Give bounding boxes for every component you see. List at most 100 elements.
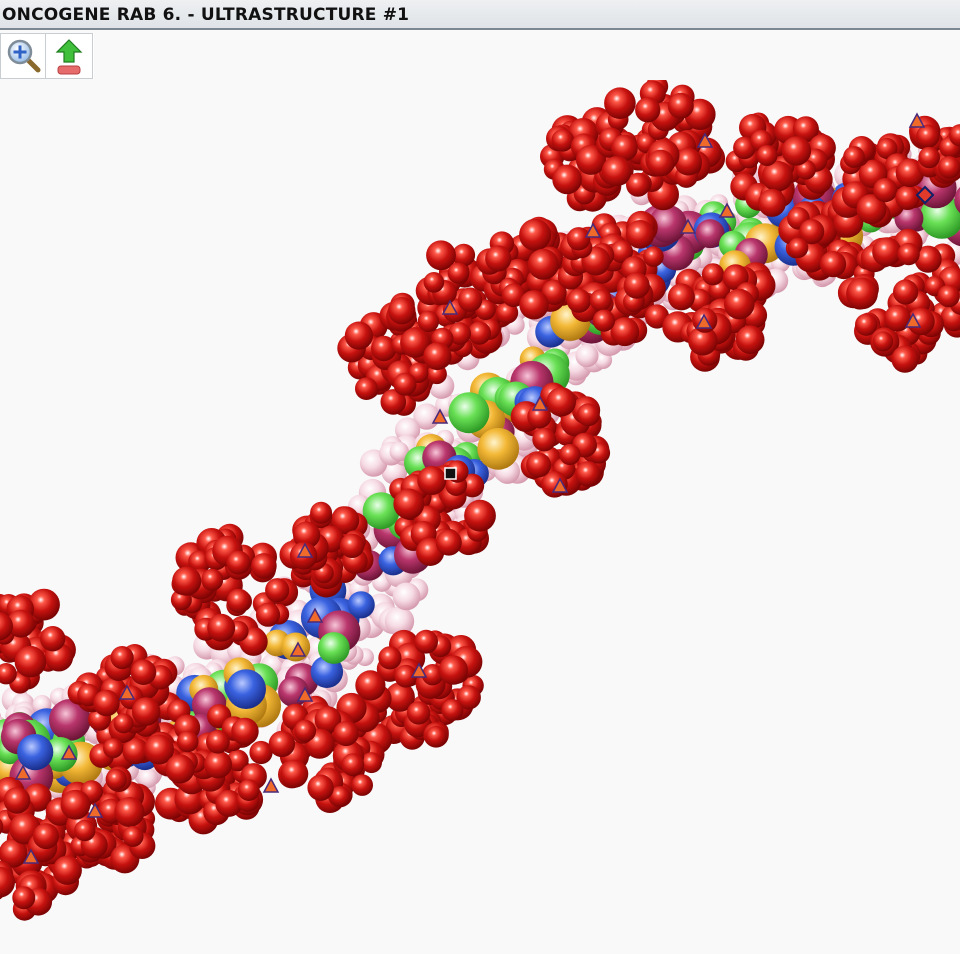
- atom-sphere: [3, 787, 31, 814]
- atom-sphere: [355, 377, 378, 400]
- atom-sphere: [414, 629, 438, 654]
- atom-sphere: [667, 92, 694, 119]
- atom-sphere: [575, 344, 599, 368]
- atom-sphere: [758, 188, 786, 217]
- atom-sphere: [122, 825, 144, 847]
- atom-sphere: [566, 227, 591, 251]
- atom-sphere: [891, 345, 919, 373]
- atom-sphere: [388, 297, 416, 325]
- zoom-in-button[interactable]: [0, 33, 46, 79]
- atom-sphere: [559, 443, 581, 466]
- atom-sphere: [74, 819, 96, 842]
- export-button[interactable]: [46, 33, 93, 79]
- atom-sphere: [526, 452, 552, 478]
- atom-sphere: [519, 218, 552, 251]
- atom-sphere: [438, 655, 468, 685]
- atom-sphere: [226, 550, 251, 575]
- atom-sphere: [113, 713, 134, 734]
- atom-sphere: [635, 97, 661, 123]
- atom-sphere: [237, 779, 260, 801]
- atom-sphere: [12, 886, 36, 910]
- atom-sphere: [105, 768, 127, 791]
- atom-sphere: [787, 237, 809, 258]
- atom-sphere: [226, 669, 266, 709]
- atom-sphere: [378, 646, 402, 670]
- atom-sphere: [33, 823, 59, 850]
- atom-sphere: [527, 248, 559, 280]
- atom-sphere: [647, 149, 675, 177]
- molecule-viewport[interactable]: [0, 80, 960, 954]
- atom-sphere: [406, 701, 431, 725]
- green-up-arrow-icon: [55, 39, 83, 75]
- atom-sphere: [477, 427, 520, 470]
- atom-sphere: [625, 220, 655, 249]
- atom-sphere: [417, 466, 447, 495]
- atom-sphere: [546, 387, 576, 417]
- atom-sphere: [592, 309, 616, 332]
- atom-sphere: [895, 185, 920, 210]
- atom-sphere: [393, 488, 425, 520]
- atom-sphere: [347, 591, 375, 619]
- atom-sphere: [17, 734, 54, 771]
- atom-sphere: [447, 262, 469, 284]
- atom-sphere: [251, 553, 277, 579]
- atom-sphere: [457, 287, 483, 312]
- atom-sphere: [575, 461, 601, 487]
- atom-sphere: [604, 87, 636, 119]
- window-title: ONCOGENE RAB 6. - ULTRASTRUCTURE #1: [2, 5, 410, 25]
- atom-sphere: [893, 279, 919, 305]
- atom-sphere: [701, 263, 725, 286]
- atom-sphere: [467, 321, 491, 345]
- dna-space-filling-model: [0, 80, 960, 921]
- atom-sphere: [310, 501, 333, 524]
- atom-sphere: [724, 288, 755, 320]
- triangle-marker[interactable]: [262, 777, 280, 793]
- atom-sphere: [417, 310, 440, 333]
- atom-sphere: [60, 789, 91, 820]
- atom-sphere: [566, 288, 592, 313]
- atom-sphere: [435, 529, 462, 556]
- atom-sphere: [423, 342, 452, 371]
- atom-sphere: [423, 272, 445, 293]
- atom-sphere: [551, 129, 575, 152]
- atom-sphere: [448, 392, 490, 434]
- atom-sphere: [255, 602, 281, 627]
- title-bar: ONCOGENE RAB 6. - ULTRASTRUCTURE #1: [0, 0, 960, 30]
- atom-sphere: [131, 697, 161, 726]
- atom-sphere: [207, 613, 236, 642]
- atom-sphere: [918, 146, 940, 169]
- atom-sphere: [231, 717, 259, 746]
- atom-sphere: [341, 753, 365, 777]
- atom-sphere: [873, 178, 898, 203]
- atom-sphere: [667, 283, 695, 311]
- atom-sphere: [307, 774, 334, 801]
- atom-sphere: [280, 759, 309, 788]
- atom-sphere: [576, 403, 600, 427]
- atom-sphere: [623, 272, 650, 299]
- atom-sphere: [40, 626, 66, 652]
- toolbar: [0, 33, 94, 79]
- atom-sphere: [938, 156, 960, 179]
- atom-sphere: [519, 290, 549, 320]
- atom-sphere: [333, 720, 359, 747]
- atom-sphere: [392, 582, 421, 611]
- atom-sphere: [201, 568, 224, 591]
- atom-sphere: [226, 588, 251, 613]
- atom-sphere: [937, 284, 960, 308]
- atom-sphere: [268, 730, 296, 758]
- atom-sphere: [643, 246, 664, 267]
- atom-sphere: [344, 321, 373, 350]
- atom-sphere: [601, 156, 632, 187]
- atom-sphere: [916, 124, 940, 148]
- atom-sphere: [464, 499, 496, 532]
- atom-sphere: [820, 251, 847, 278]
- atom-sphere: [176, 730, 199, 753]
- atom-sphere: [846, 277, 878, 310]
- atom-sphere: [872, 237, 902, 267]
- atom-sphere: [294, 719, 317, 742]
- atom-sphere: [317, 632, 350, 664]
- atom-sphere: [441, 699, 464, 721]
- atom-sphere: [735, 325, 765, 354]
- square-marker[interactable]: [444, 467, 457, 480]
- atom-sphere: [165, 754, 195, 784]
